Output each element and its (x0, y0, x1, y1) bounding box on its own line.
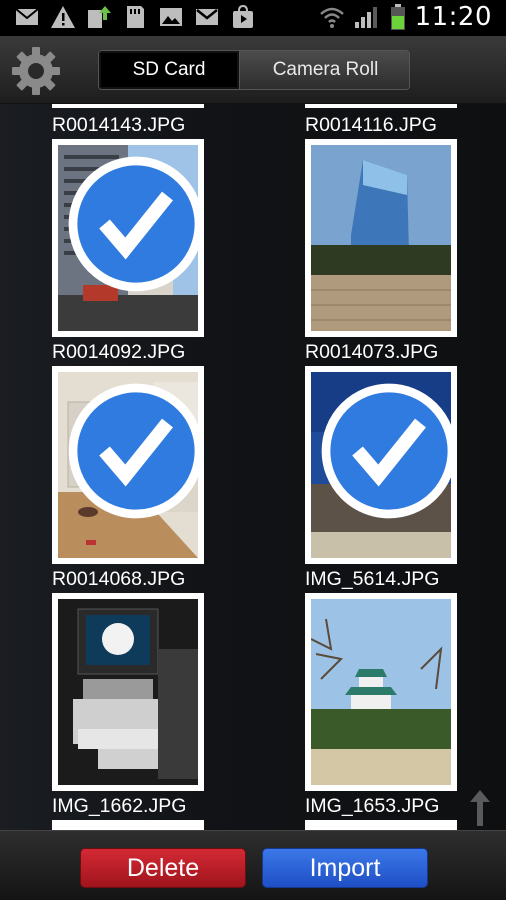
photo-thumbnail[interactable] (52, 593, 204, 791)
filename-label: R0014116.JPG (305, 114, 437, 136)
import-button[interactable]: Import (262, 848, 428, 888)
filename-label: R0014068.JPG (52, 568, 186, 590)
store-icon (233, 4, 253, 28)
checkmark-icon (68, 383, 204, 519)
action-bar: Delete Import (0, 830, 506, 900)
prev-row-edge (305, 104, 457, 108)
photo-grid: R0014143.JPG R0014116.JPG R0014092.JPG R… (0, 104, 506, 830)
upload-icon (88, 6, 111, 28)
gear-icon[interactable] (8, 43, 64, 99)
filename-label: IMG_1653.JPG (305, 795, 440, 817)
photo-thumbnail[interactable] (52, 366, 204, 564)
photo-thumbnail[interactable] (305, 593, 457, 791)
filename-label: IMG_1662.JPG (52, 795, 187, 817)
thumbnail-image (311, 145, 451, 331)
tab-sd-card[interactable]: SD Card (99, 51, 240, 89)
signal-icon (354, 7, 377, 28)
mail-icon (15, 8, 39, 25)
tab-camera-roll[interactable]: Camera Roll (240, 51, 409, 89)
battery-icon (390, 4, 405, 30)
thumbnail-image (58, 599, 198, 785)
prev-row-edge (52, 104, 204, 108)
next-row-edge (305, 820, 457, 830)
checkmark-icon (321, 383, 457, 519)
photo-thumbnail[interactable] (305, 366, 457, 564)
warning-icon (51, 6, 75, 28)
gmail-icon (196, 9, 218, 25)
sd-card-icon (127, 6, 144, 28)
thumbnail-image (311, 599, 451, 785)
status-bar: 11:20 (0, 0, 506, 36)
clock-time: 11:20 (414, 2, 492, 32)
checkmark-icon (68, 156, 204, 292)
list-item[interactable]: R0014116.JPG (305, 113, 465, 137)
title-bar: SD Card Camera Roll (0, 36, 506, 104)
photo-thumbnail[interactable] (305, 139, 457, 337)
list-item[interactable]: IMG_1653.JPG (305, 794, 465, 818)
source-tabs: SD Card Camera Roll (98, 50, 410, 90)
list-item[interactable]: IMG_5614.JPG (305, 567, 465, 591)
photo-thumbnail[interactable] (52, 139, 204, 337)
list-item[interactable]: R0014068.JPG (52, 567, 212, 591)
filename-label: IMG_5614.JPG (305, 568, 440, 590)
wifi-icon (319, 7, 344, 28)
next-row-edge (52, 820, 204, 830)
delete-button[interactable]: Delete (80, 848, 246, 888)
scroll-up-icon[interactable] (468, 788, 492, 828)
list-item[interactable]: IMG_1662.JPG (52, 794, 212, 818)
image-icon (160, 8, 182, 26)
